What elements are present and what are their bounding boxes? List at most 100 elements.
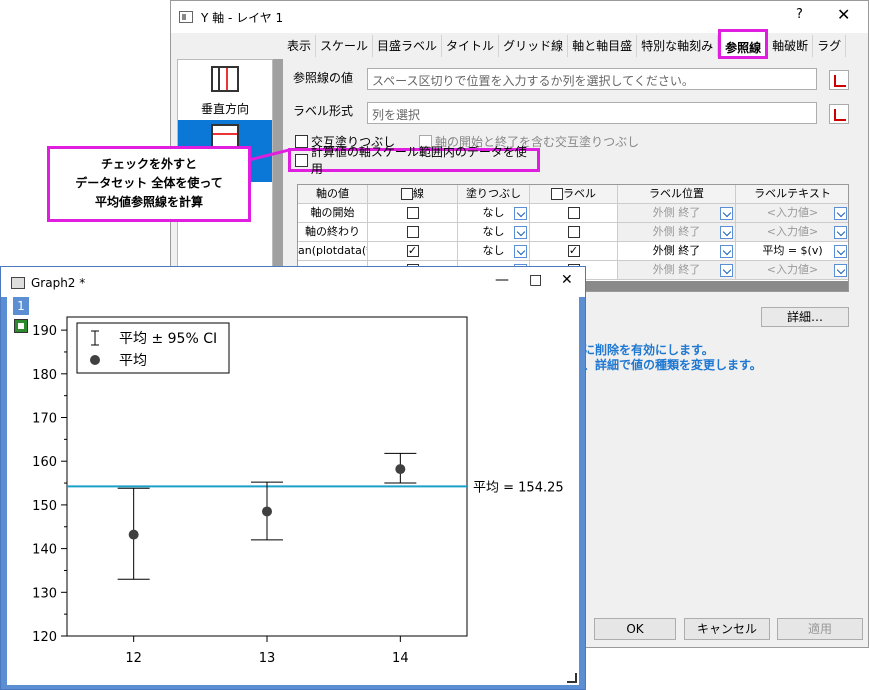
grid-row-position-text: 外側 終了 — [652, 225, 701, 238]
x-tick-label: 12 — [125, 651, 142, 666]
grid-row-position-text: 外側 終了 — [652, 206, 701, 219]
maximize-button[interactable]: □ — [529, 272, 542, 288]
minimize-button[interactable]: — — [495, 272, 509, 288]
grid-row-text[interactable]: 平均 = $(v) — [736, 242, 848, 261]
chevron-down-icon[interactable] — [720, 226, 733, 239]
graph-titlebar: Graph2 * — □ ✕ — [1, 267, 585, 297]
chevron-down-icon[interactable] — [834, 264, 847, 277]
grid-row-label-cell — [530, 204, 618, 223]
row-line-checkbox[interactable] — [406, 245, 419, 257]
grid-row-text[interactable]: <入力値> — [736, 204, 848, 223]
x-tick-label: 13 — [259, 651, 276, 666]
row-label-checkbox[interactable] — [567, 207, 580, 219]
chevron-down-icon[interactable] — [834, 226, 847, 239]
grid-row-line-cell — [368, 242, 458, 261]
grid-row-line-cell — [368, 204, 458, 223]
callout-line-3: 平均値参照線を計算 — [94, 195, 203, 209]
use-calc-checkbox[interactable] — [295, 153, 308, 167]
row-line-checkbox[interactable] — [406, 207, 419, 219]
grid-row-fill-text: なし — [482, 206, 505, 219]
y-tick-label: 160 — [32, 455, 57, 470]
grid-row-value: 軸の終わり — [298, 223, 368, 242]
grid-row-text-value: 平均 = $(v) — [762, 244, 823, 257]
y-tick-label: 130 — [32, 586, 57, 601]
grid-header-fill: 塗りつぶし — [458, 185, 530, 204]
header-label-checkbox[interactable] — [551, 188, 563, 200]
apply-button[interactable]: 適用 — [777, 618, 863, 640]
cancel-button[interactable]: キャンセル — [684, 618, 770, 640]
grid-row-position-text: 外側 終了 — [652, 244, 701, 257]
row-label-checkbox[interactable] — [567, 226, 580, 238]
grid-row-value: 軸の開始 — [298, 204, 368, 223]
grid-row-position[interactable]: 外側 終了 — [618, 223, 736, 242]
grid-row-text[interactable]: <入力値> — [736, 261, 848, 280]
graph-close-button[interactable]: ✕ — [561, 272, 573, 288]
ref-values-label: 参照線の値 — [293, 71, 354, 85]
grid-row-position[interactable]: 外側 終了 — [618, 261, 736, 280]
tab-display[interactable]: 表示 — [283, 35, 317, 57]
chevron-down-icon[interactable] — [514, 226, 527, 239]
chevron-down-icon[interactable] — [834, 207, 847, 220]
grid-row-position[interactable]: 外側 終了 — [618, 242, 736, 261]
graph-window: Graph2 * — □ ✕ 1 120 130 140 150 160 170 180 19… — [0, 266, 586, 690]
tab-title[interactable]: タイトル — [442, 35, 500, 57]
direction-vertical[interactable]: 垂直方向 — [178, 60, 272, 120]
tab-reference-lines[interactable]: 参照線 — [718, 29, 769, 59]
ref-values-input[interactable]: スペース区切りで位置を入力するか列を選択してください。 — [367, 68, 817, 90]
chevron-down-icon[interactable] — [720, 207, 733, 220]
grid-header-label-text: ラベル — [563, 187, 596, 200]
grid-row-fill[interactable]: なし — [458, 223, 530, 242]
grid-row-fill-text: なし — [482, 225, 505, 238]
legend-point-symbol — [90, 355, 100, 365]
chevron-down-icon[interactable] — [720, 264, 733, 277]
row-label-checkbox[interactable] — [567, 245, 580, 257]
tab-axis-ticks[interactable]: 軸と軸目盛 — [568, 35, 638, 57]
header-line-checkbox[interactable] — [401, 188, 413, 200]
chevron-down-icon[interactable] — [834, 245, 847, 258]
grid-header-line[interactable]: 線 — [368, 185, 458, 204]
grid-row-text-value: <入力値> — [766, 263, 819, 276]
resize-grip-icon[interactable] — [567, 673, 577, 683]
grid-row-position-text: 外側 終了 — [652, 263, 701, 276]
grid-row-label-cell — [530, 223, 618, 242]
data-point — [395, 464, 406, 475]
detail-button[interactable]: 詳細… — [761, 307, 849, 327]
tab-axis-break[interactable]: 軸破断 — [768, 35, 814, 57]
graph-title: Graph2 * — [31, 276, 86, 290]
callout-box: チェックを外すと データセット 全体を使って 平均値参照線を計算 — [47, 146, 251, 222]
ok-button[interactable]: OK — [594, 618, 676, 640]
label-format-picker-button[interactable] — [829, 104, 849, 124]
y-tick-label: 180 — [32, 368, 57, 383]
callout-line-2: データセット 全体を使って — [75, 176, 223, 190]
dialog-title: Y 軸 - レイヤ 1 — [201, 11, 284, 25]
tab-grid-lines[interactable]: グリッド線 — [499, 35, 569, 57]
use-calc-label: 計算値の軸スケール範囲内のデータを使用 — [310, 145, 527, 176]
callout-line-1: チェックを外すと — [100, 157, 197, 171]
grid-header-label[interactable]: ラベル — [530, 185, 618, 204]
ref-values-picker-button[interactable] — [829, 70, 849, 90]
help-button[interactable]: ? — [796, 7, 803, 22]
tab-bar: 表示 スケール 目盛ラベル タイトル グリッド線 軸と軸目盛 特別な軸刻み 参照… — [283, 29, 847, 59]
alt-fill-checkbox[interactable] — [295, 135, 308, 148]
grid-row-fill-text: なし — [482, 244, 505, 257]
row-line-checkbox[interactable] — [406, 226, 419, 238]
tab-tick-labels[interactable]: 目盛ラベル — [373, 35, 443, 57]
graph-window-icon — [11, 277, 25, 289]
grid-row-fill[interactable]: なし — [458, 242, 530, 261]
tab-rug[interactable]: ラグ — [813, 35, 847, 57]
tab-scale[interactable]: スケール — [316, 35, 374, 57]
use-calc-option[interactable]: 計算値の軸スケール範囲内のデータを使用 — [288, 145, 540, 176]
grid-row-fill[interactable]: なし — [458, 204, 530, 223]
close-button[interactable]: ✕ — [837, 5, 850, 24]
label-format-label: ラベル形式 — [293, 104, 354, 118]
grid-row-position[interactable]: 外側 終了 — [618, 204, 736, 223]
chevron-down-icon[interactable] — [514, 245, 527, 258]
chevron-down-icon[interactable] — [720, 245, 733, 258]
label-format-input[interactable]: 列を選択 — [367, 102, 817, 124]
grid-row-text[interactable]: <入力値> — [736, 223, 848, 242]
vertical-axis-icon — [211, 66, 239, 92]
y-tick-label: 140 — [32, 543, 57, 558]
y-tick-label: 120 — [32, 630, 57, 645]
chevron-down-icon[interactable] — [514, 207, 527, 220]
tab-special-ticks[interactable]: 特別な軸刻み — [637, 35, 719, 57]
